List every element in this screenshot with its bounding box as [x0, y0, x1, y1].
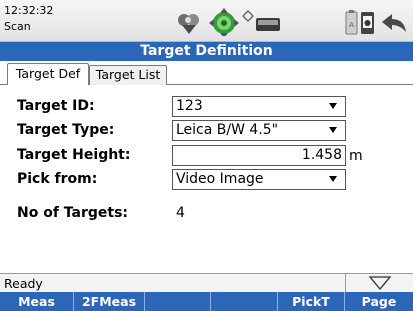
pick-from-value: Video Image — [176, 171, 264, 187]
tab-target-list[interactable]: Target List — [89, 65, 167, 85]
page-button[interactable]: Page — [345, 292, 413, 311]
target-id-label: Target ID: — [17, 98, 95, 114]
expand-button[interactable] — [345, 274, 413, 293]
tab-strip: Target Def Target List — [0, 61, 413, 85]
page-title: Target Definition — [0, 42, 413, 61]
device-storage-icon — [256, 18, 280, 31]
target-id-value: 123 — [176, 98, 203, 114]
pick-from-select[interactable]: Video Image — [172, 169, 346, 190]
target-type-value: Leica B/W 4.5" — [176, 122, 279, 138]
2fmeas-button[interactable]: 2FMeas — [74, 292, 145, 311]
chevron-down-icon — [329, 103, 337, 109]
pick-from-label: Pick from: — [17, 171, 98, 187]
target-height-label: Target Height: — [17, 147, 131, 163]
pickt-button[interactable]: PickT — [278, 292, 345, 311]
target-id-select[interactable]: 123 — [172, 96, 346, 117]
battery-icon: A — [345, 10, 358, 35]
target-height-input[interactable]: 1.458 — [172, 145, 346, 166]
tracking-target-icon[interactable] — [209, 8, 239, 36]
wifi-icon — [242, 10, 254, 22]
back-icon[interactable] — [382, 14, 406, 32]
target-type-select[interactable]: Leica B/W 4.5" — [172, 120, 346, 141]
status-bar: 12:32:32 Scan A — [0, 0, 413, 42]
target-height-unit: m — [349, 148, 363, 164]
mode-label: Scan — [4, 20, 31, 33]
target-type-label: Target Type: — [17, 122, 115, 138]
target-prism-icon[interactable] — [178, 14, 199, 34]
softkey-4-empty[interactable] — [211, 292, 278, 311]
no-of-targets-label: No of Targets: — [17, 205, 129, 221]
svg-text:A: A — [349, 21, 354, 29]
sd-card-icon — [361, 12, 374, 34]
status-icons — [178, 8, 280, 36]
softkey-3-empty[interactable] — [145, 292, 211, 311]
chevron-down-icon — [329, 127, 337, 133]
triangle-down-icon — [368, 276, 392, 291]
right-status-icons: A — [345, 10, 406, 35]
tab-target-def[interactable]: Target Def — [7, 63, 89, 85]
meas-button[interactable]: Meas — [0, 292, 74, 311]
status-row: Ready — [0, 273, 413, 293]
no-of-targets-value: 4 — [176, 205, 185, 221]
status-text: Ready — [4, 276, 43, 291]
chevron-down-icon — [329, 176, 337, 182]
softkey-bar: Meas 2FMeas PickT Page — [0, 292, 413, 311]
clock: 12:32:32 — [4, 4, 54, 17]
